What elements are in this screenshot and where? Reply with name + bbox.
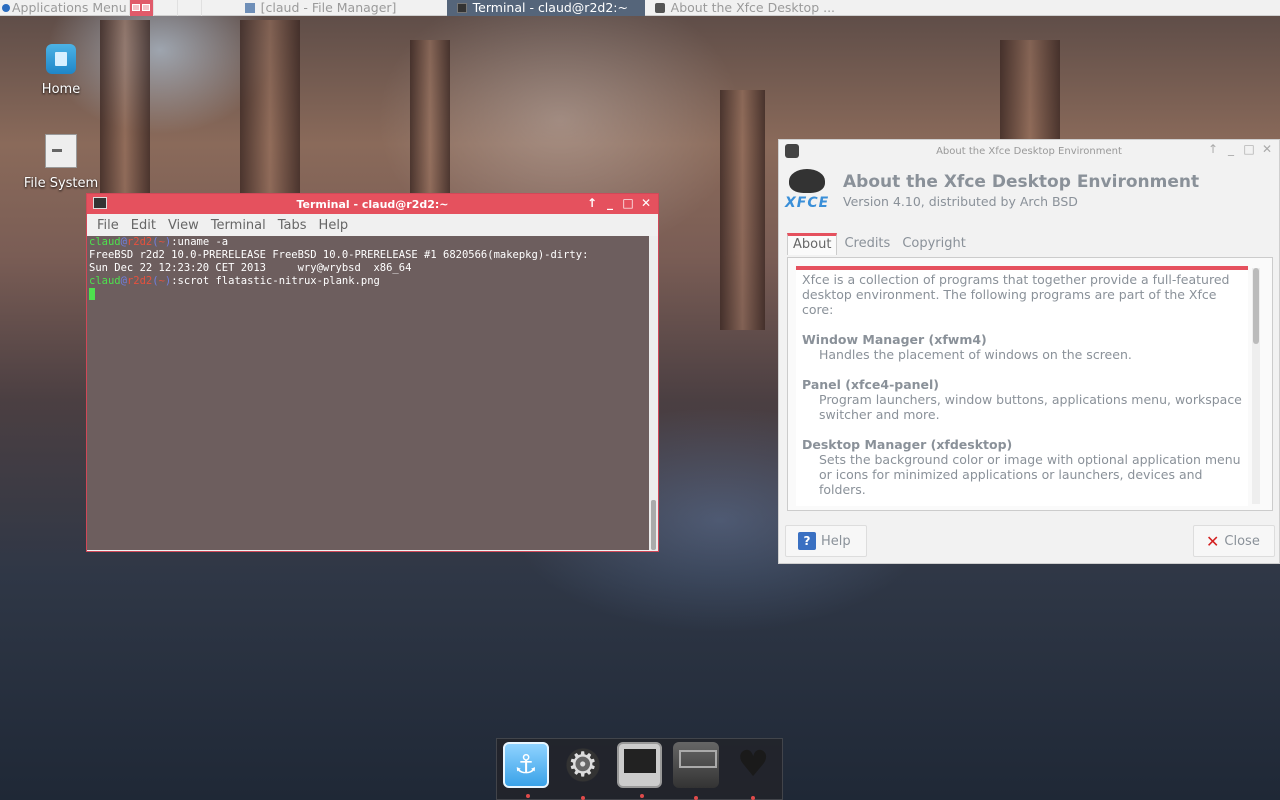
- about-titlebar[interactable]: About the Xfce Desktop Environment ↑ _ □…: [779, 140, 1279, 162]
- menu-help[interactable]: Help: [313, 218, 355, 233]
- scrollbar-thumb[interactable]: [1253, 268, 1259, 344]
- xfce-menu-icon: [2, 3, 10, 12]
- output-line: Sun Dec 22 12:23:20 CET 2013 wry@wrybsd …: [89, 262, 412, 274]
- terminal-window: Terminal - claud@r2d2:~ ↑ _ □ ✕ File Edi…: [86, 193, 659, 552]
- terminal-title: Terminal - claud@r2d2:~: [296, 197, 449, 211]
- about-version: Version 4.10, distributed by Arch BSD: [843, 193, 1078, 209]
- terminal-titlebar[interactable]: Terminal - claud@r2d2:~ ↑ _ □ ✕: [87, 194, 658, 214]
- minimize-icon[interactable]: _: [604, 196, 616, 210]
- home-folder-icon: [46, 44, 76, 74]
- xfce-logo-icon: XFCE: [783, 165, 833, 215]
- wallpaper-pillar: [1000, 40, 1060, 140]
- terminal-cursor: [89, 288, 95, 300]
- xfce-icon: [654, 2, 665, 13]
- wallpaper-pillar: [410, 40, 450, 200]
- workspace-4[interactable]: [200, 0, 225, 16]
- about-header: XFCE About the Xfce Desktop Environment …: [783, 165, 1199, 215]
- help-icon: ?: [798, 532, 816, 550]
- maximize-icon[interactable]: □: [622, 196, 634, 210]
- tab-credits[interactable]: Credits: [839, 233, 895, 255]
- plank-dock: [496, 738, 783, 800]
- terminal-icon: [456, 2, 467, 13]
- desktop-icon-label: File System: [23, 176, 99, 191]
- keep-above-icon[interactable]: ↑: [1207, 142, 1219, 156]
- xfce-logo-text: XFCE: [785, 195, 830, 211]
- help-label: Help: [821, 533, 851, 549]
- plank-icon[interactable]: [503, 742, 549, 798]
- terminal-icon[interactable]: [616, 742, 663, 798]
- tab-copyright[interactable]: Copyright: [897, 233, 971, 255]
- desktop-icon-label: Home: [41, 82, 81, 97]
- desktop-icon-file-system[interactable]: File System: [21, 134, 101, 191]
- menu-file[interactable]: File: [91, 218, 125, 233]
- terminal-window-icon[interactable]: [93, 197, 107, 209]
- workspace-switcher: [128, 0, 225, 16]
- maximize-icon[interactable]: □: [1243, 142, 1255, 156]
- menu-terminal[interactable]: Terminal: [205, 218, 272, 233]
- taskbar-item-label: Terminal - claud@r2d2:~: [472, 0, 628, 15]
- output-line: FreeBSD r2d2 10.0-PRERELEASE FreeBSD 10.…: [89, 249, 589, 261]
- desktop-icon-home[interactable]: Home: [21, 44, 101, 97]
- file-manager-icon: [244, 2, 255, 13]
- wallpaper-pillar: [720, 90, 765, 330]
- scrollbar-thumb[interactable]: [651, 500, 656, 550]
- window-buttons: ↑ _ □ ✕: [1207, 142, 1273, 156]
- section-description: Sets the background color or image with …: [819, 452, 1241, 497]
- about-text[interactable]: Xfce is a collection of programs that to…: [796, 266, 1248, 506]
- drive-icon: [45, 134, 77, 168]
- workspace-2[interactable]: [152, 0, 177, 16]
- section-title: Panel (xfce4-panel): [802, 377, 940, 392]
- window-buttons: ↑ _ □ ✕: [586, 196, 652, 210]
- applications-menu-button[interactable]: Applications Menu: [0, 0, 129, 16]
- heart-icon[interactable]: [730, 742, 776, 800]
- section-description: Program launchers, window buttons, appli…: [819, 392, 1242, 422]
- about-tabs: About Credits Copyright: [787, 233, 973, 255]
- settings-icon[interactable]: [559, 742, 606, 800]
- close-icon[interactable]: ✕: [640, 196, 652, 210]
- tab-about[interactable]: About: [787, 233, 838, 255]
- taskbar-item-about-xfce[interactable]: About the Xfce Desktop ...: [645, 0, 905, 16]
- about-tab-panel: Xfce is a collection of programs that to…: [787, 257, 1273, 511]
- about-scrollbar[interactable]: [1252, 268, 1260, 504]
- about-window-title: About the Xfce Desktop Environment: [936, 145, 1122, 157]
- xfce-mouse-icon[interactable]: [785, 144, 799, 158]
- taskbar-item-label: About the Xfce Desktop ...: [670, 0, 836, 15]
- top-panel: Applications Menu [claud - File Manager]…: [0, 0, 1280, 16]
- workspace-3[interactable]: [176, 0, 201, 16]
- minimize-icon[interactable]: _: [1225, 142, 1237, 156]
- applications-menu-label: Applications Menu: [12, 0, 127, 15]
- taskbar-item-label: [claud - File Manager]: [260, 0, 397, 15]
- menu-edit[interactable]: Edit: [125, 218, 162, 233]
- section-title: Desktop Manager (xfdesktop): [802, 437, 1013, 452]
- about-heading: About the Xfce Desktop Environment: [843, 171, 1200, 192]
- menu-tabs[interactable]: Tabs: [272, 218, 313, 233]
- keep-above-icon[interactable]: ↑: [586, 196, 598, 210]
- menu-view[interactable]: View: [162, 218, 205, 233]
- close-label: Close: [1224, 533, 1260, 549]
- close-button[interactable]: ✕ Close: [1193, 525, 1275, 557]
- terminal-menubar: File Edit View Terminal Tabs Help: [87, 214, 658, 236]
- terminal-output[interactable]: claud@r2d2(~):uname -a FreeBSD r2d2 10.0…: [87, 236, 650, 550]
- close-icon: ✕: [1206, 531, 1220, 551]
- workspace-1[interactable]: [128, 0, 153, 16]
- taskbar-item-terminal[interactable]: Terminal - claud@r2d2:~: [446, 0, 645, 16]
- file-cabinet-icon[interactable]: [673, 742, 720, 800]
- close-icon[interactable]: ✕: [1261, 142, 1273, 156]
- about-intro: Xfce is a collection of programs that to…: [802, 272, 1230, 317]
- section-description: Handles the placement of windows on the …: [819, 347, 1132, 362]
- section-title: Window Manager (xfwm4): [802, 332, 987, 347]
- terminal-scrollbar[interactable]: [649, 236, 658, 550]
- taskbar-item-file-manager[interactable]: [claud - File Manager]: [235, 0, 447, 16]
- prompt-line: claud@r2d2(~):scrot flatastic-nitrux-pla…: [89, 275, 380, 287]
- about-xfce-dialog: About the Xfce Desktop Environment ↑ _ □…: [778, 139, 1280, 564]
- help-button[interactable]: ? Help: [785, 525, 867, 557]
- prompt-line: claud@r2d2(~):uname -a: [89, 236, 229, 248]
